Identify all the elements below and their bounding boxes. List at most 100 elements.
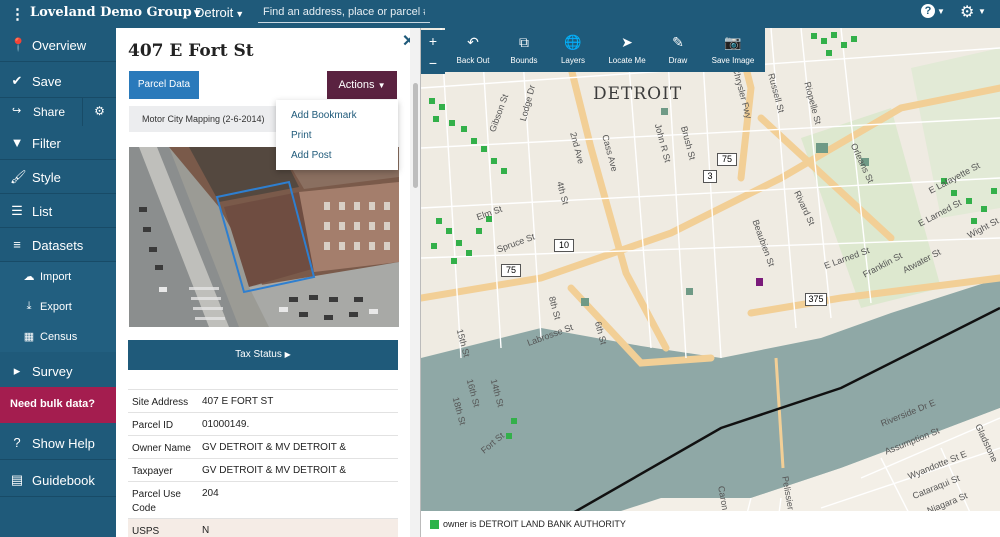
location-arrow-icon: ➤	[621, 34, 633, 50]
nav-census-label: Census	[40, 331, 78, 343]
attribute-value: 01000149.	[202, 419, 250, 430]
nav-survey-label: Survey	[32, 364, 73, 379]
camera-icon: 📷	[724, 34, 742, 50]
caret-down-icon: ▼	[377, 81, 386, 90]
map[interactable]: DETROIT 75 3 10 75 375 Gibson St Lodge D…	[421, 28, 1000, 537]
nav-show-help-label: Show Help	[32, 436, 95, 451]
highway-shield: 75	[501, 264, 521, 277]
book-icon: ▤	[10, 472, 24, 487]
attribute-key: Site Address	[132, 397, 189, 408]
attribute-key: Owner Name	[132, 443, 191, 454]
actions-button[interactable]: Actions ▼	[327, 71, 397, 99]
tool-label: Save Image	[711, 56, 755, 65]
attribute-value: GV DETROIT & MV DETROIT &	[202, 465, 347, 476]
map-toolbar: ↶ Back Out ⧉ Bounds 🌐 Layers ➤ Locate Me…	[445, 28, 765, 72]
nav-style-label: Style	[32, 170, 61, 185]
draw-button[interactable]: ✎ Draw	[657, 28, 699, 72]
nav-list[interactable]: ☰ List	[0, 194, 116, 228]
paintbrush-icon: 🖌	[10, 169, 27, 184]
attribute-row: Owner Name GV DETROIT & MV DETROIT &	[128, 435, 398, 458]
pencil-icon: ✎	[672, 34, 684, 50]
legend-label: owner is DETROIT LAND BANK AUTHORITY	[443, 519, 626, 529]
attribute-key: USPS	[132, 526, 160, 537]
menu-item-add-bookmark[interactable]: Add Bookmark	[291, 110, 357, 121]
nav-share-label: Share	[33, 105, 66, 119]
tool-label: Back Out	[456, 56, 490, 65]
tool-label: Draw	[668, 56, 688, 65]
nav-filter[interactable]: ▼ Filter	[0, 126, 116, 160]
search-input[interactable]	[258, 2, 430, 23]
attribute-value: GV DETROIT & MV DETROIT &	[202, 442, 347, 453]
city-selector[interactable]: Detroit ▼	[195, 5, 244, 20]
parcel-data-button[interactable]: Parcel Data	[129, 71, 199, 99]
chevron-down-icon[interactable]: ▼	[978, 7, 986, 16]
panel-scrollbar-thumb[interactable]	[413, 83, 418, 188]
attribute-key: Taxpayer	[132, 466, 173, 477]
zoom-out-button[interactable]: −	[421, 52, 445, 74]
nav-share[interactable]: ↪ Share	[0, 98, 80, 126]
nav-survey[interactable]: ▸ Survey	[0, 354, 116, 388]
nav-style[interactable]: 🖌 Style	[0, 160, 116, 194]
nav-datasets[interactable]: ≡ Datasets	[0, 228, 116, 262]
image-source-label: Motor City Mapping (2-6-2014)	[129, 106, 282, 132]
legend-swatch	[430, 520, 439, 529]
nav-export[interactable]: ⤓ Export	[0, 292, 116, 322]
locate-me-button[interactable]: ➤ Locate Me	[601, 28, 653, 72]
map-legend: owner is DETROIT LAND BANK AUTHORITY	[421, 511, 1000, 537]
nav-save-label: Save	[32, 74, 62, 89]
question-circle-icon[interactable]: ?	[921, 4, 935, 18]
nav-guidebook[interactable]: ▤ Guidebook	[0, 463, 116, 497]
nav-save[interactable]: ✔ Save	[0, 64, 116, 98]
attribute-key: Parcel Use Code	[132, 489, 181, 514]
nav-import[interactable]: ☁ Import	[0, 262, 116, 292]
undo-arrow-icon: ↶	[467, 34, 479, 50]
tool-label: Layers	[560, 56, 585, 65]
group-selector[interactable]: Loveland Demo Group ▼	[30, 5, 201, 20]
attribute-value: 204	[202, 488, 219, 499]
left-nav: 📍 Overview ✔ Save ↪ Share ⚙ ▼ Filter 🖌 S…	[0, 28, 116, 537]
gear-icon[interactable]: ⚙	[960, 2, 974, 22]
map-canvas[interactable]	[421, 28, 1000, 537]
bulk-data-link[interactable]: Need bulk data?	[0, 387, 116, 423]
group-label: Loveland Demo Group	[30, 5, 192, 20]
actions-dropdown-menu: Add Bookmark Print Add Post	[276, 100, 398, 170]
actions-label: Actions	[338, 79, 375, 91]
aerial-photo	[129, 147, 399, 327]
save-image-button[interactable]: 📷 Save Image	[703, 28, 763, 72]
table-icon: ▦	[23, 331, 35, 343]
attribute-row: Parcel Use Code 204	[128, 481, 398, 518]
bounds-button[interactable]: ⧉ Bounds	[501, 28, 547, 72]
filter-icon: ▼	[10, 135, 24, 150]
attribute-value: N	[202, 525, 210, 536]
question-circle-icon: ?	[13, 435, 21, 450]
download-icon: ⤓	[26, 300, 32, 312]
parcel-title: 407 E Fort St	[128, 41, 254, 61]
attribute-row: Site Address 407 E FORT ST	[128, 389, 398, 412]
share-arrow-icon: ↪	[12, 105, 22, 117]
highway-shield: 75	[717, 153, 737, 166]
city-map-label: DETROIT	[593, 84, 683, 104]
nav-census[interactable]: ▦ Census	[0, 322, 116, 352]
menu-item-print[interactable]: Print	[291, 130, 312, 141]
zoom-in-button[interactable]: +	[421, 30, 445, 52]
parcel-panel: 407 E Fort St ✕ Parcel Data Actions ▼ Mo…	[116, 28, 421, 537]
nav-overview[interactable]: 📍 Overview	[0, 28, 116, 62]
cloud-upload-icon: ☁	[23, 271, 35, 283]
top-bar: ⋮ Loveland Demo Group▼ Detroit▼ ? ▼ ⚙ ▼	[0, 0, 1000, 28]
chevron-down-icon[interactable]: ▼	[937, 7, 945, 16]
back-out-button[interactable]: ↶ Back Out	[449, 28, 497, 72]
app-menu-icon[interactable]: ⋮	[10, 5, 25, 23]
chevron-down-icon: ▼	[235, 9, 245, 19]
nav-show-help[interactable]: ? Show Help	[0, 426, 116, 460]
chevron-right-icon: ▸	[13, 363, 21, 378]
layers-button[interactable]: 🌐 Layers	[550, 28, 596, 72]
nav-overview-label: Overview	[32, 38, 87, 53]
share-settings-gear-icon[interactable]: ⚙	[82, 98, 116, 126]
tax-status-button[interactable]: Tax Status ▶	[128, 340, 398, 370]
globe-icon: 🌐	[564, 34, 582, 50]
nav-datasets-label: Datasets	[32, 238, 84, 253]
nav-list-label: List	[32, 204, 53, 219]
attribute-row: Taxpayer GV DETROIT & MV DETROIT &	[128, 458, 398, 481]
menu-item-add-post[interactable]: Add Post	[291, 150, 332, 161]
attribute-row: USPS N	[128, 518, 398, 537]
